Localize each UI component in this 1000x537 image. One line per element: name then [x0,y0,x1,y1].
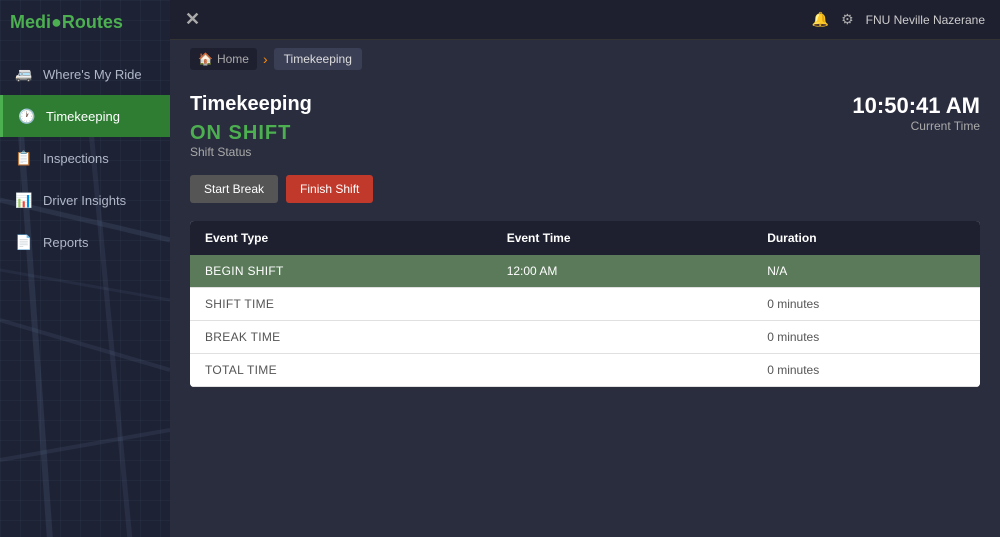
breadcrumb-current: Timekeeping [274,48,362,70]
shift-status-sub: Shift Status [190,145,312,159]
timekeeping-table: Event Type Event Time Duration Begin Shi… [190,221,980,387]
chart-icon: 📊 [15,191,33,209]
col-event-time: Event Time [492,221,753,255]
sidebar-item-timekeeping[interactable]: 🕐 Timekeeping [0,95,170,137]
breadcrumb: 🏠 Home › Timekeeping [170,40,1000,78]
current-time-value: 10:50:41 AM [852,93,980,119]
cell-duration: N/A [752,255,980,288]
logo-text: Medi●Routes [10,12,123,33]
page-body: Timekeeping ON SHIFT Shift Status 10:50:… [170,78,1000,537]
breadcrumb-home-label: Home [217,52,249,66]
header-row: Event Type Event Time Duration [190,221,980,255]
notification-icon[interactable]: 🔔 [812,11,829,28]
sidebar-item-label: Where's My Ride [43,67,142,82]
home-icon: 🏠 [198,52,213,66]
clock-icon: 🕐 [18,107,36,125]
col-event-type: Event Type [190,221,492,255]
shift-status: ON SHIFT [190,122,312,145]
clipboard-icon: 📋 [15,149,33,167]
main-content: ✕ 🔔 ⚙ FNU Neville Nazerane 🏠 Home › Time… [170,0,1000,537]
cell-event-time [492,288,753,321]
sidebar-item-label: Driver Insights [43,193,126,208]
cell-event-time: 12:00 AM [492,255,753,288]
topbar: ✕ 🔔 ⚙ FNU Neville Nazerane [170,0,1000,40]
table-row: TOTAL TIME 0 minutes [190,354,980,387]
cell-event-type: TOTAL TIME [190,354,492,387]
app-logo: Medi●Routes [0,0,170,45]
breadcrumb-separator: › [263,51,268,67]
sidebar-item-driver-insights[interactable]: 📊 Driver Insights [0,179,170,221]
top-row: Timekeeping ON SHIFT Shift Status 10:50:… [190,93,980,171]
finish-shift-button[interactable]: Finish Shift [286,175,373,203]
main-navigation: 🚐 Where's My Ride 🕐 Timekeeping 📋 Inspec… [0,53,170,263]
current-time-label: Current Time [852,119,980,133]
table-row: BREAK TIME 0 minutes [190,321,980,354]
cell-event-time [492,321,753,354]
sidebar-item-label: Timekeeping [46,109,120,124]
cell-event-type: Begin Shift [190,255,492,288]
table-header: Event Type Event Time Duration [190,221,980,255]
cell-duration: 0 minutes [752,288,980,321]
settings-icon[interactable]: ⚙ [841,11,854,28]
breadcrumb-home[interactable]: 🏠 Home [190,48,257,70]
sidebar-item-reports[interactable]: 📄 Reports [0,221,170,263]
table-body: Begin Shift12:00 AMN/ASHIFT TIME0 minute… [190,255,980,387]
col-duration: Duration [752,221,980,255]
shift-info-block: Timekeeping ON SHIFT Shift Status [190,93,312,171]
action-buttons: Start Break Finish Shift [190,175,980,203]
car-icon: 🚐 [15,65,33,83]
cell-event-type: BREAK TIME [190,321,492,354]
table-row: Begin Shift12:00 AMN/A [190,255,980,288]
topbar-right: 🔔 ⚙ FNU Neville Nazerane [812,11,985,28]
cell-event-type: SHIFT TIME [190,288,492,321]
document-icon: 📄 [15,233,33,251]
sidebar: Medi●Routes 🚐 Where's My Ride 🕐 Timekeep… [0,0,170,537]
table-row: SHIFT TIME 0 minutes [190,288,980,321]
close-button[interactable]: ✕ [185,9,200,30]
cell-event-time [492,354,753,387]
cell-duration: 0 minutes [752,354,980,387]
current-time-block: 10:50:41 AM Current Time [852,93,980,133]
sidebar-item-wheres-my-ride[interactable]: 🚐 Where's My Ride [0,53,170,95]
cell-duration: 0 minutes [752,321,980,354]
page-title: Timekeeping [190,93,312,116]
start-break-button[interactable]: Start Break [190,175,278,203]
sidebar-item-inspections[interactable]: 📋 Inspections [0,137,170,179]
sidebar-item-label: Inspections [43,151,109,166]
sidebar-item-label: Reports [43,235,89,250]
user-name: FNU Neville Nazerane [866,13,985,27]
